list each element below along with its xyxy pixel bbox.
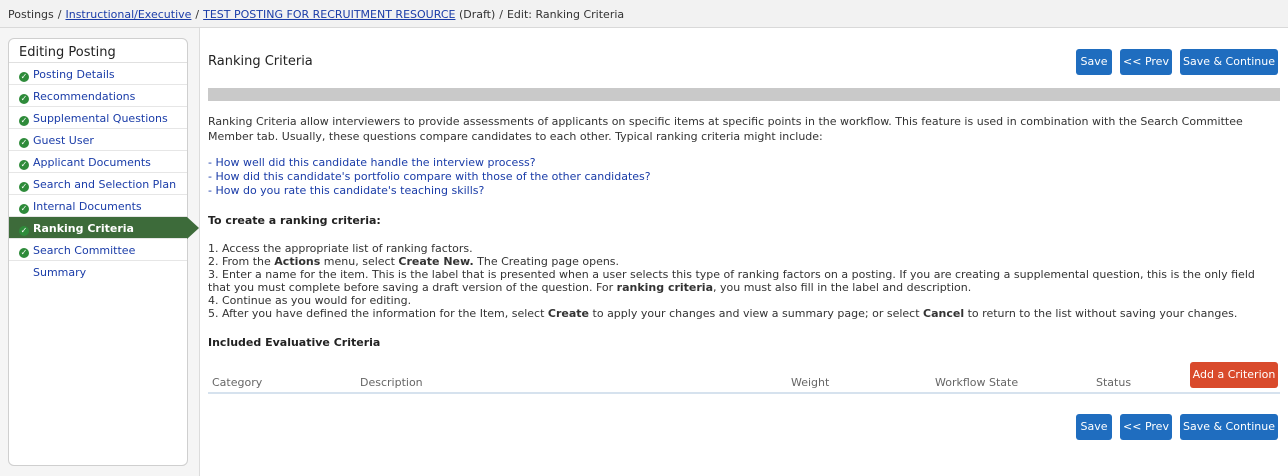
breadcrumb-root[interactable]: Postings <box>8 8 54 21</box>
sidebar-item-label: Internal Documents <box>33 200 142 213</box>
column-header-status[interactable]: Status <box>1096 376 1131 389</box>
divider-bar <box>208 88 1280 101</box>
sidebar-item-posting-details[interactable]: ✓ Posting Details <box>9 63 187 85</box>
page-title: Ranking Criteria <box>208 54 313 69</box>
breadcrumb-separator: / <box>499 8 503 21</box>
breadcrumb-status: (Draft) <box>458 8 496 21</box>
save-button-bottom[interactable]: Save <box>1076 414 1112 440</box>
sidebar-item-label: Posting Details <box>33 68 115 81</box>
included-criteria-heading: Included Evaluative Criteria <box>208 336 381 349</box>
step-1: 1. Access the appropriate list of rankin… <box>208 242 473 255</box>
check-circle-icon: ✓ <box>19 116 29 126</box>
sidebar-item-label: Recommendations <box>33 90 136 103</box>
sidebar-nav: Editing Posting ✓ Posting Details ✓ Recomm… <box>8 38 199 466</box>
check-circle-icon: ✓ <box>19 248 29 258</box>
main-content: Ranking Criteria Save << Prev Save & Con… <box>208 28 1280 476</box>
column-header-description[interactable]: Description <box>360 376 423 389</box>
example-item: - How well did this candidate handle the… <box>208 156 536 169</box>
instruction-steps: 1. Access the appropriate list of rankin… <box>208 242 1274 320</box>
check-circle-icon: ✓ <box>19 182 29 192</box>
sidebar-item-ranking-criteria[interactable]: ✓ Ranking Criteria <box>9 217 199 239</box>
sidebar-item-supplemental-questions[interactable]: ✓ Supplemental Questions <box>9 107 187 129</box>
breadcrumb-current: Edit: Ranking Criteria <box>506 8 625 21</box>
step-5: 5. After you have defined the informatio… <box>208 307 1238 320</box>
sidebar-item-search-committee[interactable]: ✓ Search Committee <box>9 239 187 261</box>
example-list: - How well did this candidate handle the… <box>208 156 651 198</box>
intro-text: Ranking Criteria allow interviewers to p… <box>208 115 1243 143</box>
criteria-table-header: Category Description Weight Workflow Sta… <box>208 372 1280 394</box>
breadcrumb-separator: / <box>195 8 200 21</box>
sidebar-title: Editing Posting <box>9 39 187 63</box>
sidebar-item-guest-user[interactable]: ✓ Guest User <box>9 129 187 151</box>
prev-button-bottom[interactable]: << Prev <box>1120 414 1172 440</box>
sidebar-item-search-selection-plan[interactable]: ✓ Search and Selection Plan <box>9 173 187 195</box>
sidebar-item-summary[interactable]: Summary <box>9 261 187 283</box>
sidebar-item-internal-documents[interactable]: ✓ Internal Documents <box>9 195 187 217</box>
column-header-category[interactable]: Category <box>212 376 262 389</box>
howto-heading: To create a ranking criteria: <box>208 214 381 227</box>
example-item: - How did this candidate's portfolio com… <box>208 170 651 183</box>
breadcrumb-separator: / <box>57 8 62 21</box>
example-item: - How do you rate this candidate's teach… <box>208 184 485 197</box>
check-circle-icon: ✓ <box>19 138 29 148</box>
step-2: 2. From the Actions menu, select Create … <box>208 255 620 268</box>
step-4: 4. Continue as you would for editing. <box>208 294 412 307</box>
column-header-weight[interactable]: Weight <box>791 376 829 389</box>
check-circle-icon: ✓ <box>19 160 29 170</box>
check-circle-icon: ✓ <box>19 204 29 214</box>
check-circle-icon: ✓ <box>19 72 29 82</box>
sidebar-item-label: Search Committee <box>33 244 136 257</box>
sidebar: Editing Posting ✓ Posting Details ✓ Recomm… <box>0 28 200 476</box>
breadcrumb-category-link[interactable]: Instructional/Executive <box>65 8 191 21</box>
breadcrumb-posting-link[interactable]: TEST POSTING FOR RECRUITMENT RESOURCE <box>203 8 455 21</box>
column-header-workflow-state[interactable]: Workflow State <box>935 376 1018 389</box>
check-circle-icon: ✓ <box>19 226 29 236</box>
step-3: 3. Enter a name for the item. This is th… <box>208 268 1255 294</box>
sidebar-item-label: Supplemental Questions <box>33 112 168 125</box>
sidebar-item-label: Ranking Criteria <box>33 222 134 235</box>
sidebar-item-label: Guest User <box>33 134 94 147</box>
sidebar-item-applicant-documents[interactable]: ✓ Applicant Documents <box>9 151 187 173</box>
save-button[interactable]: Save <box>1076 49 1112 75</box>
prev-button[interactable]: << Prev <box>1120 49 1172 75</box>
breadcrumb: Postings / Instructional/Executive / TEST PO… <box>0 0 1288 28</box>
sidebar-item-label: Applicant Documents <box>33 156 151 169</box>
check-circle-icon: ✓ <box>19 94 29 104</box>
save-continue-button-bottom[interactable]: Save & Continue <box>1180 414 1278 440</box>
save-continue-button[interactable]: Save & Continue <box>1180 49 1278 75</box>
sidebar-item-recommendations[interactable]: ✓ Recommendations <box>9 85 187 107</box>
sidebar-item-label: Summary <box>33 266 87 279</box>
sidebar-item-label: Search and Selection Plan <box>33 178 177 191</box>
